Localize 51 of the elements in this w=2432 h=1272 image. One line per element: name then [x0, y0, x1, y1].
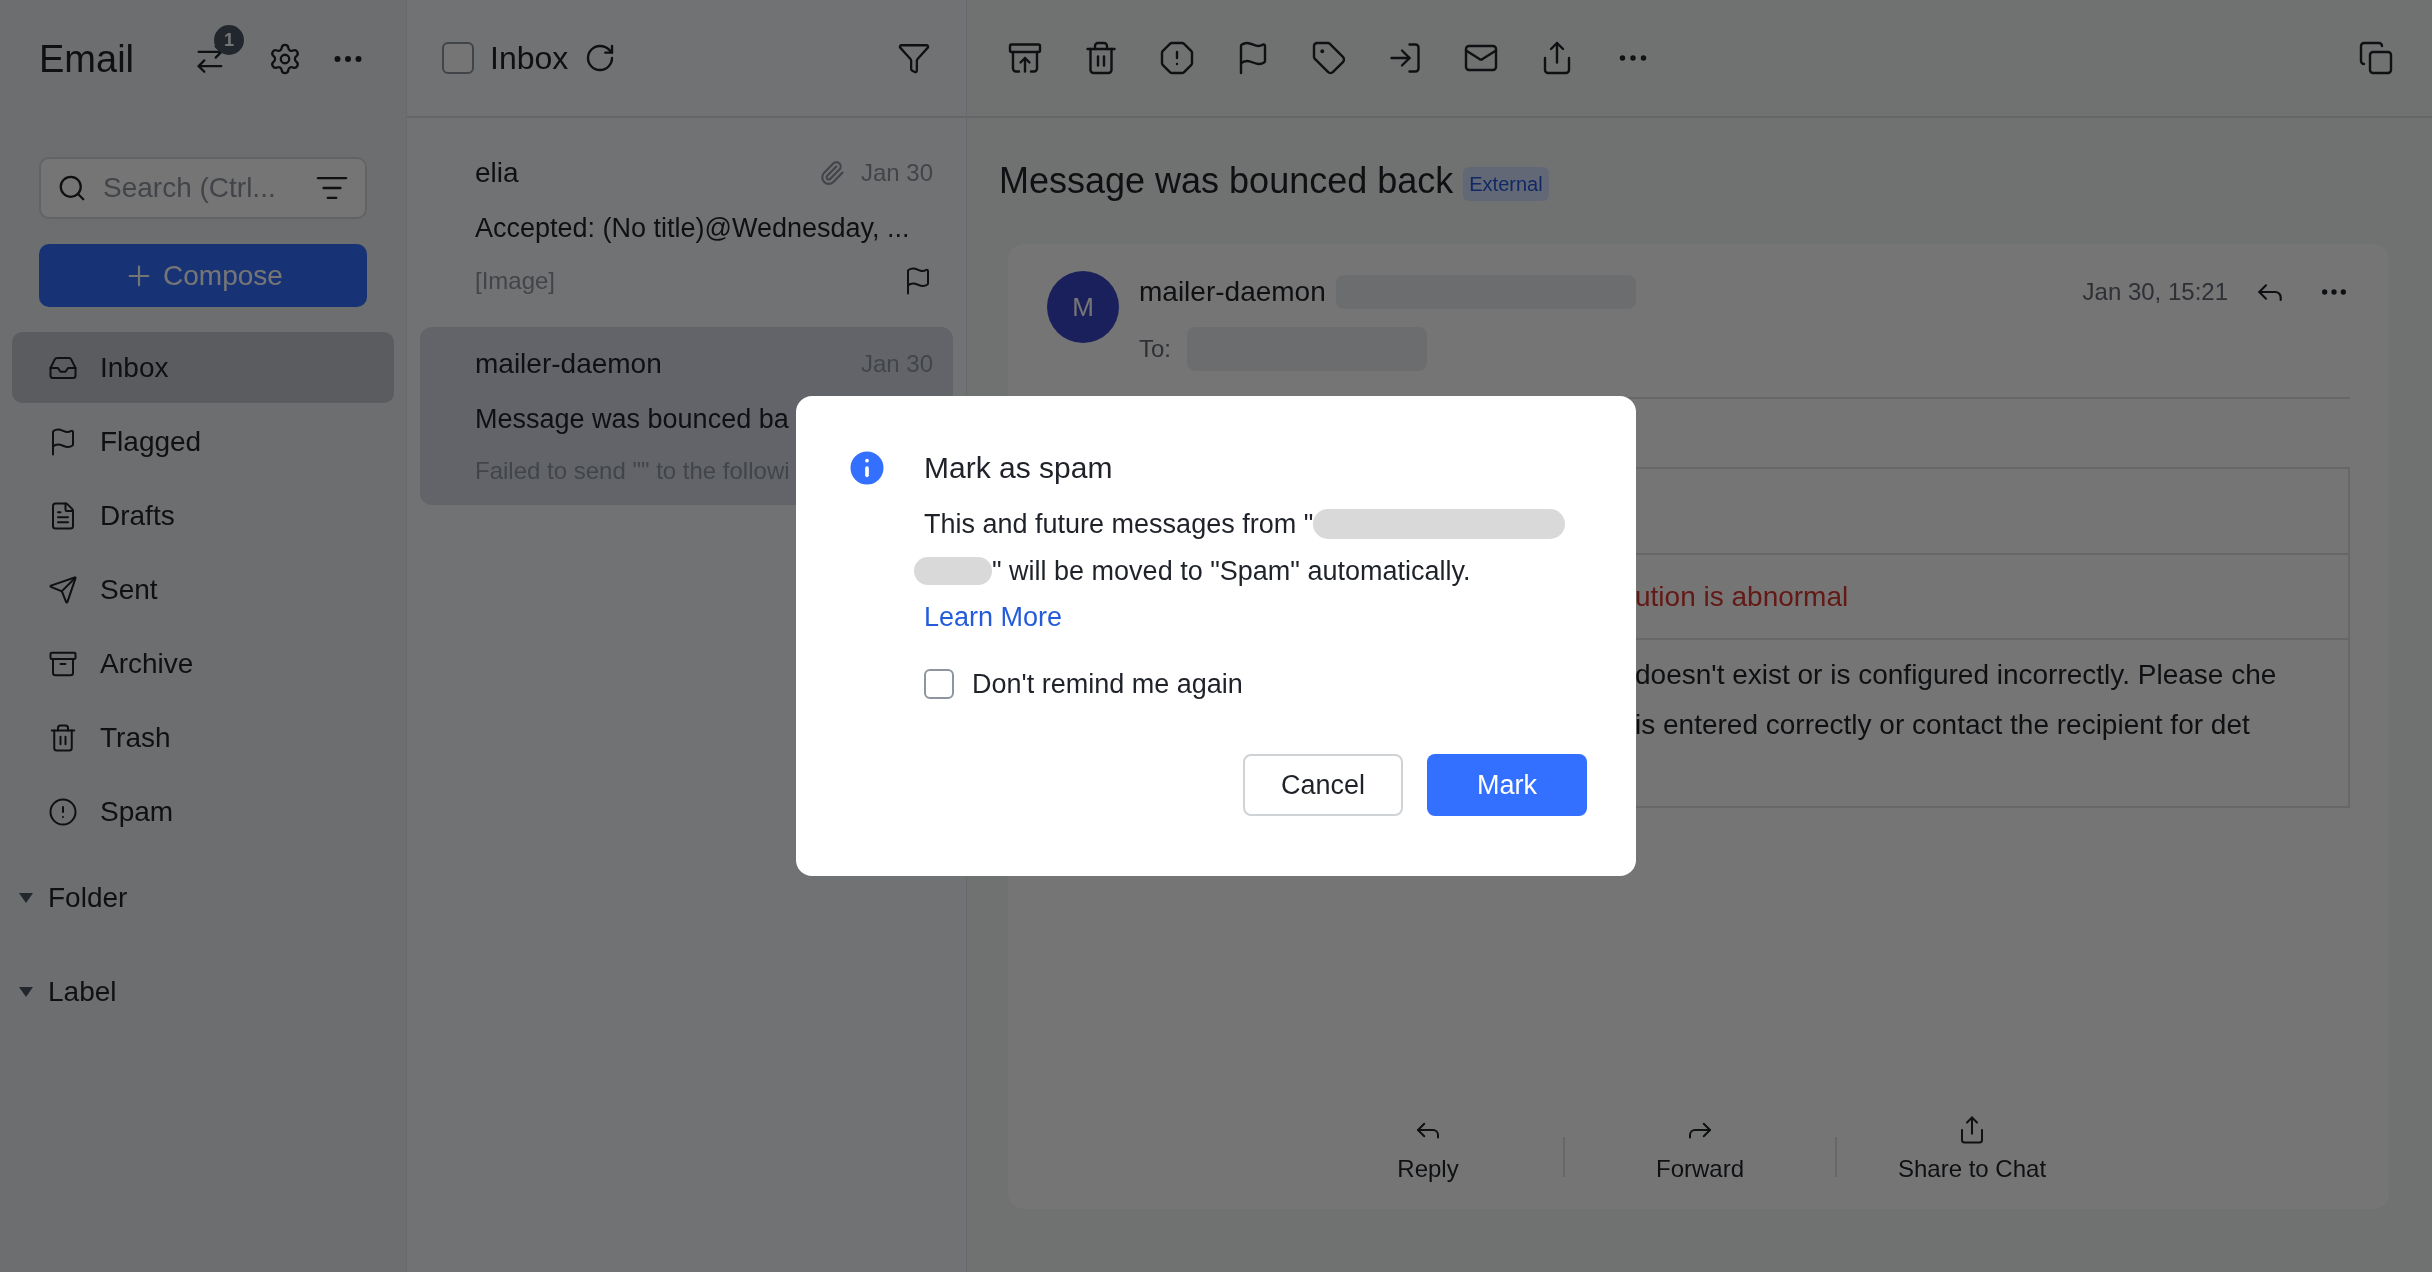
sender-name: mailer-daemon: [1139, 275, 1326, 309]
filter-icon[interactable]: [897, 41, 931, 75]
error-text: ution is abnormal: [1635, 579, 1849, 614]
action-button[interactable]: Forward: [1625, 1115, 1775, 1187]
alert-icon: [48, 796, 78, 827]
archive-icon[interactable]: [1007, 40, 1043, 76]
body-text: doesn't exist or is configured incorrectly. Please che: [1635, 658, 2278, 692]
message-title: Message was bounced back: [999, 159, 1454, 203]
list-title: Inbox: [490, 39, 569, 78]
external-tag: External: [1463, 167, 1549, 201]
nav-item[interactable]: Inbox: [12, 332, 394, 403]
tag-icon[interactable]: [1311, 40, 1347, 76]
move-icon[interactable]: [1387, 40, 1423, 76]
avatar: M: [1047, 271, 1119, 343]
message-subject: Accepted: (No title)@Wednesday, ...: [475, 212, 910, 245]
nav-item[interactable]: Sent: [12, 554, 394, 625]
trash-icon[interactable]: [1083, 40, 1119, 76]
learn-more-link[interactable]: Learn More: [924, 597, 1063, 638]
nav-item[interactable]: Flagged: [12, 406, 394, 477]
section-label[interactable]: Label: [48, 971, 117, 1013]
section-label[interactable]: Folder: [48, 877, 128, 919]
checkbox[interactable]: [924, 668, 954, 699]
action-button[interactable]: Share to Chat: [1897, 1115, 2047, 1187]
action-button[interactable]: Reply: [1353, 1115, 1503, 1187]
settings-icon[interactable]: [268, 42, 302, 76]
window-icon[interactable]: [2358, 40, 2394, 76]
caret-icon[interactable]: [18, 892, 34, 904]
sender-name: elia: [475, 156, 519, 190]
spam-icon[interactable]: [1159, 40, 1195, 76]
trash-icon: [48, 722, 78, 753]
message-time: Jan 30, 15:21: [2082, 277, 2228, 307]
nav-item[interactable]: Drafts: [12, 480, 394, 551]
nav-item[interactable]: Trash: [12, 702, 394, 773]
dialog-text: This and future messages from ": [924, 508, 1314, 541]
select-all-checkbox[interactable]: [442, 42, 474, 74]
cancel-button[interactable]: Cancel: [1243, 754, 1403, 816]
mark-button[interactable]: Mark: [1427, 754, 1587, 816]
sender-name: mailer-daemon: [475, 346, 662, 381]
message-subject: Message was bounced ba: [475, 402, 789, 436]
unread-badge: 1: [214, 25, 244, 55]
app-title: Email: [39, 36, 135, 82]
nav-item[interactable]: Archive: [12, 628, 394, 699]
compose-button[interactable]: Compose: [39, 244, 367, 307]
recipient-label: To:: [1139, 334, 1171, 364]
dialog-text: " will be moved to "Spam" automatically.: [992, 554, 1471, 588]
nav-item[interactable]: Spam: [12, 776, 394, 847]
send-icon: [48, 574, 78, 605]
checkbox-label: Don't remind me again: [972, 667, 1243, 701]
caret-icon[interactable]: [18, 986, 34, 998]
search-icon: [57, 173, 87, 203]
body-text: is entered correctly or contact the recipient for det: [1635, 708, 2251, 742]
